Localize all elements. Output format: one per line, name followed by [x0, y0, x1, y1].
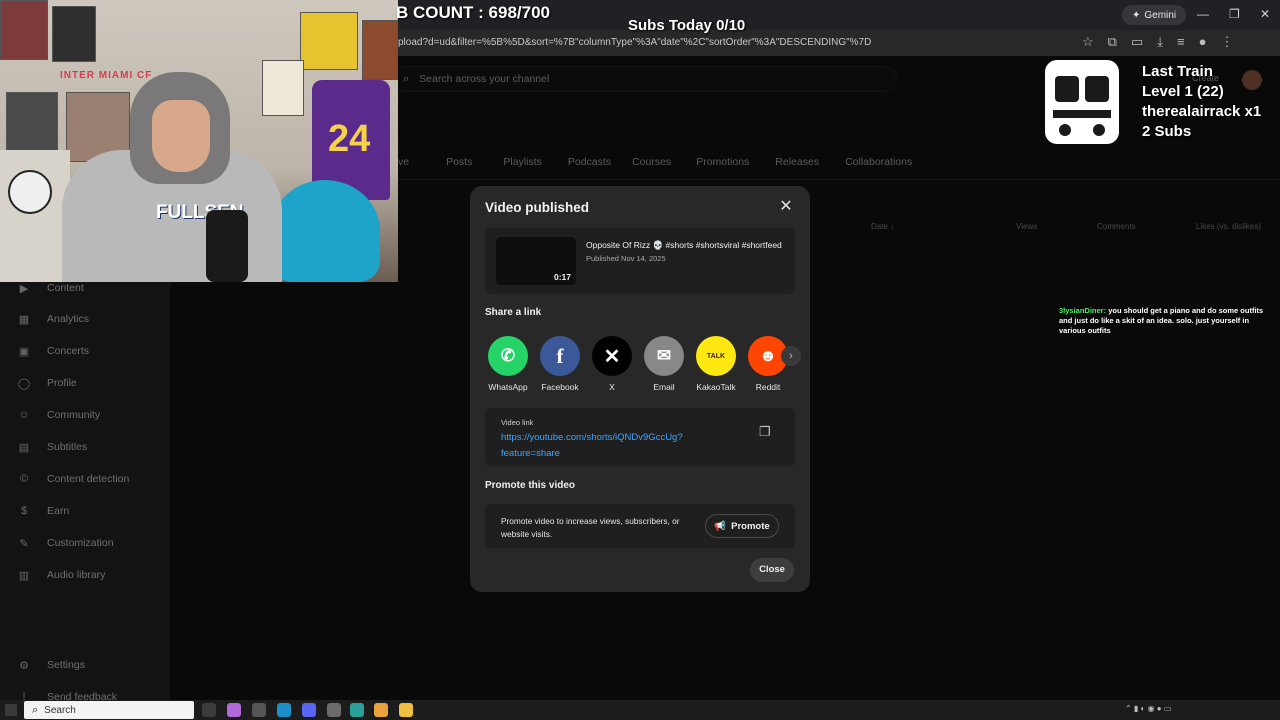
- reading-list-icon[interactable]: ≡: [1177, 34, 1185, 52]
- promote-button-label: Promote: [731, 520, 770, 532]
- poster: [262, 60, 304, 116]
- train-title: Last Train: [1142, 63, 1213, 80]
- chrome-icon[interactable]: [374, 703, 388, 717]
- maximize-icon[interactable]: ❐: [1229, 7, 1240, 21]
- microphone: [206, 210, 248, 282]
- train-icon: [1045, 60, 1119, 144]
- browser-menu-icon[interactable]: ⋮: [1220, 34, 1233, 52]
- chevron-right-icon[interactable]: ›: [781, 346, 801, 366]
- video-thumbnail[interactable]: 0:17: [496, 237, 576, 285]
- sub-count-overlay: B COUNT : 698/700: [396, 3, 550, 22]
- taskbar-app-icon[interactable]: [350, 703, 364, 717]
- facebook-icon: f: [540, 336, 580, 376]
- promote-box: Promote video to increase views, subscri…: [485, 504, 795, 548]
- minimize-icon[interactable]: —: [1197, 7, 1209, 21]
- browser-toolbar: ☆ ⧉ ▭ ⤓ ≡ ● ⋮: [1082, 34, 1233, 52]
- kakaotalk-icon: TALK: [696, 336, 736, 376]
- gemini-button[interactable]: ✦ Gemini: [1122, 5, 1187, 25]
- search-icon: ⌕: [32, 703, 39, 716]
- train-level: Level 1 (22): [1142, 83, 1224, 100]
- file-explorer-icon[interactable]: [399, 703, 413, 717]
- address-bar-url[interactable]: pload?d=ud&filter=%5B%5D&sort=%7B"column…: [398, 37, 871, 48]
- chat-username: 3lysianDiner:: [1059, 306, 1107, 315]
- share-x[interactable]: ✕ X: [588, 336, 636, 392]
- video-duration: 0:17: [553, 272, 571, 282]
- share-facebook[interactable]: f Facebook: [536, 336, 584, 392]
- webcam-banner: INTER MIAMI CF: [60, 70, 153, 81]
- download-icon[interactable]: ⤓: [1157, 34, 1163, 52]
- taskbar-search[interactable]: ⌕ Search: [24, 701, 194, 719]
- nirvana-poster: [300, 12, 358, 70]
- discord-icon[interactable]: [302, 703, 316, 717]
- poster: [52, 6, 96, 62]
- video-title: Opposite Of Rizz 💀 #shorts #shortsviral …: [586, 240, 782, 250]
- sparkle-icon: ✦: [1132, 9, 1141, 21]
- promote-description: Promote video to increase views, subscri…: [501, 516, 680, 539]
- system-tray: ⌃ ▮ ◐ ◉ ● ▭: [1125, 704, 1172, 713]
- video-card: 0:17 Opposite Of Rizz 💀 #shorts #shortsv…: [485, 228, 795, 294]
- chat-message: 3lysianDiner: you should get a piano and…: [1059, 306, 1275, 336]
- taskbar-app-icon[interactable]: [227, 703, 241, 717]
- person-face: [152, 100, 210, 172]
- gemini-label: Gemini: [1144, 9, 1177, 21]
- pillow: [270, 180, 380, 282]
- windows-start-icon[interactable]: [5, 704, 17, 716]
- taskbar-app-icon[interactable]: [252, 703, 266, 717]
- subs-today-overlay: Subs Today 0/10: [628, 17, 746, 34]
- extensions-icon[interactable]: ⧉: [1108, 34, 1117, 52]
- close-icon[interactable]: ✕: [777, 198, 795, 216]
- email-icon: ✉: [644, 336, 684, 376]
- profile-avatar-icon[interactable]: ●: [1199, 34, 1207, 52]
- dialog-title: Video published: [485, 200, 590, 215]
- taskbar-app-icon[interactable]: [202, 703, 216, 717]
- video-link[interactable]: https://youtube.com/shorts/iQNDv9GccUg?f…: [501, 430, 711, 462]
- video-link-label: Video link: [501, 418, 534, 427]
- train-subs: 2 Subs: [1142, 123, 1192, 140]
- promote-button[interactable]: 📢 Promote: [705, 514, 779, 538]
- poster: [0, 0, 48, 60]
- poster: [362, 20, 398, 80]
- taskbar-app-icon[interactable]: [277, 703, 291, 717]
- window-close-icon[interactable]: ✕: [1260, 7, 1270, 21]
- screen: ✦ Gemini — ❐ ✕ pload?d=ud&filter=%5B%5D&…: [0, 0, 1280, 720]
- skull-figure: [8, 170, 52, 214]
- share-whatsapp[interactable]: ✆ WhatsApp: [484, 336, 532, 392]
- x-icon: ✕: [592, 336, 632, 376]
- promote-heading: Promote this video: [485, 480, 576, 491]
- video-link-box: Video link https://youtube.com/shorts/iQ…: [485, 408, 795, 466]
- taskbar-search-label: Search: [44, 704, 76, 716]
- megaphone-icon: 📢: [714, 520, 727, 532]
- share-kakaotalk[interactable]: TALK KakaoTalk: [692, 336, 740, 392]
- copy-icon[interactable]: ❐: [759, 424, 775, 440]
- obs-icon[interactable]: [327, 703, 341, 717]
- bookmark-star-icon[interactable]: ☆: [1082, 34, 1094, 52]
- video-published-dialog: Video published ✕ 0:17 Opposite Of Rizz …: [470, 186, 810, 592]
- share-email[interactable]: ✉ Email: [640, 336, 688, 392]
- close-button[interactable]: Close: [750, 558, 794, 582]
- video-published-date: Published Nov 14, 2025: [586, 254, 666, 263]
- cast-icon[interactable]: ▭: [1131, 34, 1143, 52]
- webcam-feed: INTER MIAMI CF 24 FULLSEN: [0, 0, 398, 282]
- train-user: therealairrack x1: [1142, 103, 1262, 120]
- share-targets: ✆ WhatsApp f Facebook ✕ X ✉ Email TALK K…: [485, 336, 795, 398]
- whatsapp-icon: ✆: [488, 336, 528, 376]
- share-heading: Share a link: [485, 307, 542, 318]
